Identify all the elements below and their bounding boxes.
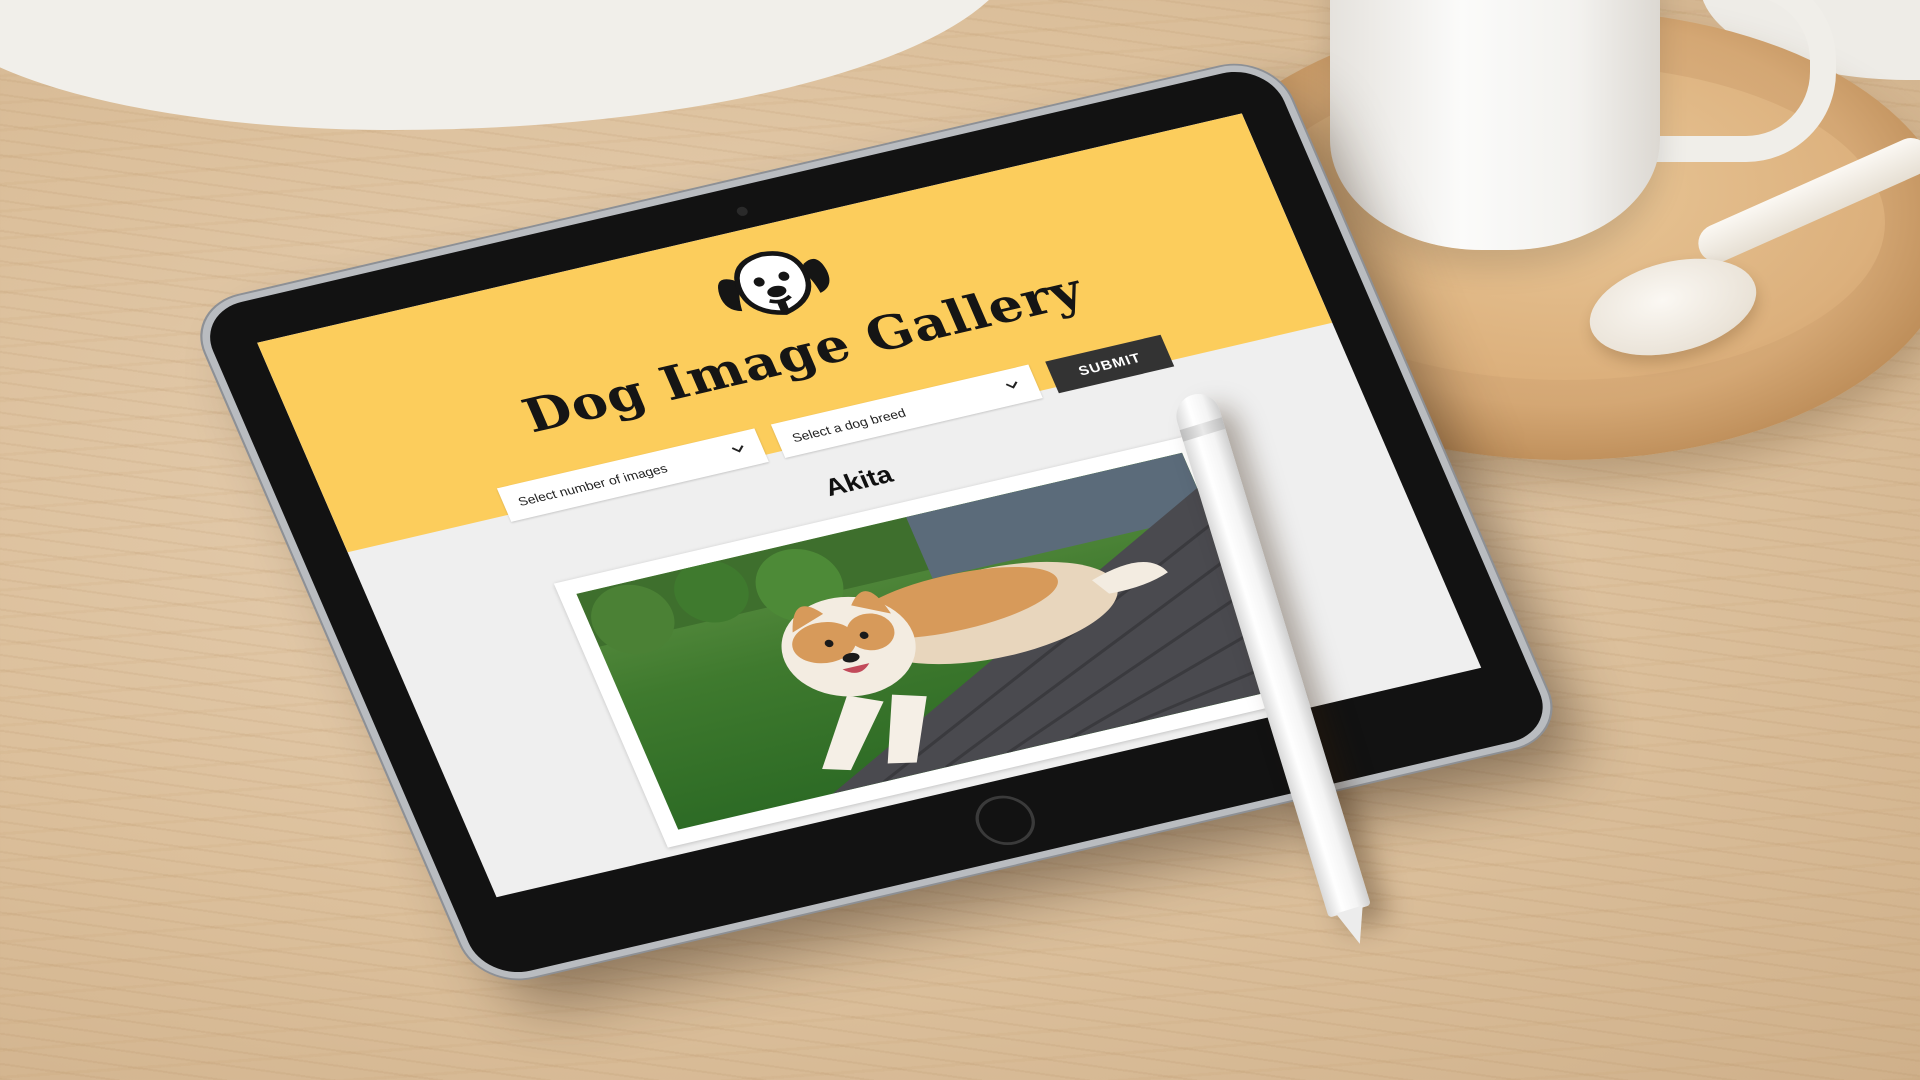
pencil-band (1179, 417, 1226, 442)
camera-icon (735, 205, 750, 217)
chevron-down-icon (1005, 381, 1018, 389)
tablet-device: Dog Image Gallery Select number of image… (0, 0, 1920, 1040)
pencil-tip (1335, 905, 1374, 949)
chevron-down-icon (731, 445, 744, 453)
gallery-card (553, 434, 1307, 848)
home-button[interactable] (967, 790, 1044, 851)
breed-placeholder: Select a dog breed (789, 405, 908, 445)
